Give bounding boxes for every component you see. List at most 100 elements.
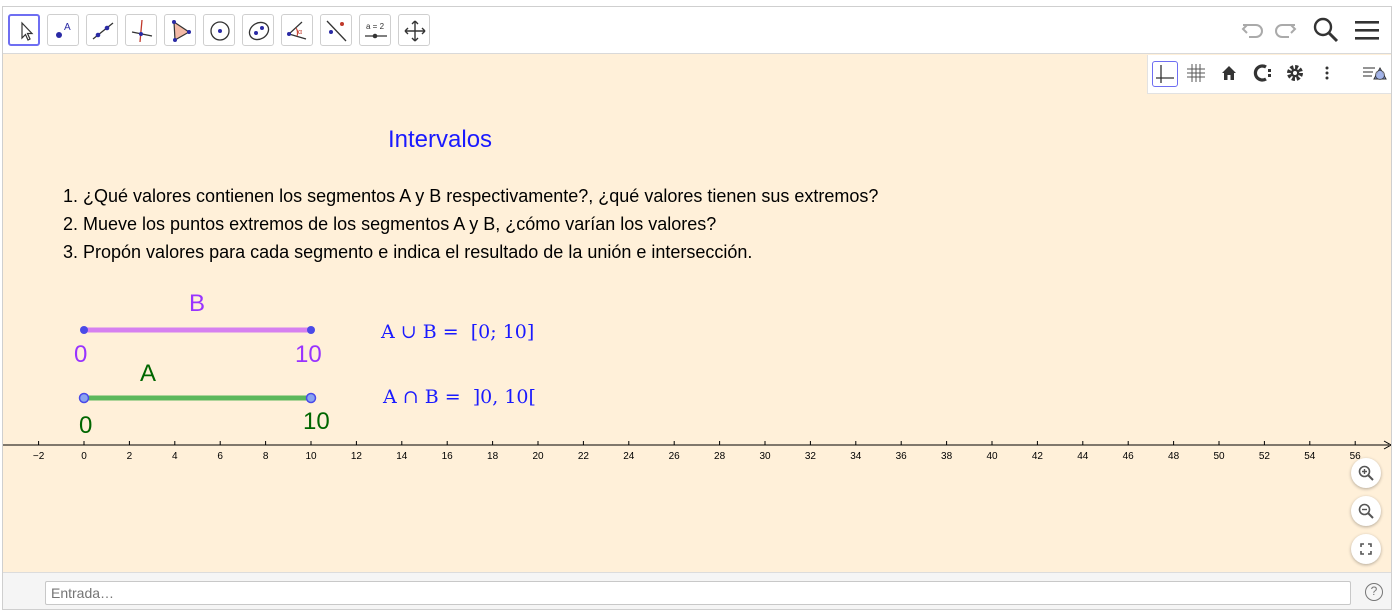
grid-icon: [1187, 64, 1205, 82]
fullscreen-icon: [1360, 543, 1372, 555]
segment-a-end-point[interactable]: [305, 392, 317, 404]
x-axis-tick-label: 54: [1304, 451, 1316, 462]
ellipse-tool-icon: [248, 21, 270, 41]
slider-tool-label: a = 2: [366, 22, 385, 31]
circle-tool-button[interactable]: [203, 14, 235, 46]
graphics-style-bar: [1147, 55, 1391, 94]
ellipse-tool-button[interactable]: [242, 14, 274, 46]
line-tool-button[interactable]: [86, 14, 118, 46]
move-tool-button[interactable]: [8, 14, 40, 46]
x-axis-tick-label: 42: [1032, 451, 1044, 462]
move-graphics-view-tool-icon: [404, 20, 426, 42]
redo-button[interactable]: [1271, 15, 1299, 48]
segment-a-start-label: 0: [79, 412, 93, 439]
standard-view-button[interactable]: [1217, 61, 1243, 87]
intersection-result: ]0, 10[: [472, 386, 536, 408]
x-axis-tick-label: 0: [81, 451, 87, 462]
segment-b-end-label: 10: [295, 341, 322, 368]
x-axis-tick-label: 2: [127, 451, 133, 462]
perpendicular-tool-button[interactable]: [125, 14, 157, 46]
undo-button[interactable]: [1239, 15, 1267, 48]
graphics-view[interactable]: −2 0 2 4 6 8 10 12 14 16 18 20 22 24 26 28 30 32 34 36 38 40 4…: [3, 54, 1391, 572]
polygon-tool-icon: [172, 20, 191, 42]
x-axis-tick-label: 34: [850, 451, 862, 462]
x-axis-tick-label: 26: [669, 451, 681, 462]
reflect-tool-icon: [326, 20, 347, 42]
algebra-input[interactable]: [45, 581, 1351, 605]
intersection-left: A ∩ B =: [383, 386, 461, 408]
toggle-style-bar-icon: [1363, 66, 1387, 80]
toolbar: A α a = 2: [3, 7, 1391, 54]
search-button[interactable]: [1311, 15, 1341, 50]
fullscreen-button[interactable]: [1351, 534, 1381, 564]
grid-toggle-button[interactable]: [1184, 61, 1210, 87]
point-tool-button[interactable]: A: [47, 14, 79, 46]
geogebra-app: A α a = 2 −2 0 2 4 6 8 10 12 14 16 18 20…: [2, 6, 1392, 610]
input-bar: ?: [3, 572, 1391, 609]
x-axis-tick-label: 48: [1168, 451, 1180, 462]
x-axis: [3, 440, 1391, 450]
move-graphics-tool-button[interactable]: [398, 14, 430, 46]
x-axis-tick-label: 40: [986, 451, 998, 462]
input-help-button[interactable]: ?: [1365, 583, 1383, 601]
instruction-2: 2. Mueve los puntos extremos de los segm…: [63, 214, 717, 234]
svg-text:α: α: [298, 29, 302, 36]
point-capturing-icon: [1253, 64, 1271, 82]
union-formula: A ∪ B = [0; 10]: [381, 321, 534, 343]
segment-b-end-point[interactable]: [307, 326, 315, 334]
polygon-tool-button[interactable]: [164, 14, 196, 46]
redo-icon: [1275, 24, 1297, 38]
intersection-formula: A ∩ B = ]0, 10[: [383, 386, 536, 408]
line-tool-icon: [92, 22, 114, 40]
circle-tool-icon: [210, 21, 230, 41]
zoom-out-button[interactable]: [1351, 496, 1381, 526]
x-axis-tick-label: 32: [805, 451, 817, 462]
x-axis-tick-label: 24: [623, 451, 635, 462]
slider-tool-icon: a = 2: [365, 22, 387, 39]
segment-b-label: B: [189, 290, 206, 317]
move-tool-icon: [21, 21, 34, 41]
x-axis-tick-label: 8: [263, 451, 269, 462]
slider-tool-button[interactable]: a = 2: [359, 14, 391, 46]
reflect-tool-button[interactable]: [320, 14, 352, 46]
undo-icon: [1241, 24, 1263, 38]
settings-icon: [1287, 65, 1303, 81]
x-axis-tick-label: 14: [396, 451, 408, 462]
angle-tool-button[interactable]: α: [281, 14, 313, 46]
union-result: [0; 10]: [470, 321, 535, 343]
x-axis-tick-label: 20: [532, 451, 544, 462]
segment-b-start-point[interactable]: [80, 326, 88, 334]
x-axis-tick-label: 4: [172, 451, 178, 462]
angle-tool-icon: α: [287, 21, 307, 40]
main-menu-button[interactable]: [1353, 15, 1381, 50]
zoom-out-icon: [1358, 503, 1374, 519]
segment-a-start-point[interactable]: [78, 392, 90, 404]
point-tool-icon: A: [56, 22, 71, 38]
settings-button[interactable]: [1283, 61, 1309, 87]
instruction-3: 3. Propón valores para cada segmento e i…: [63, 242, 753, 262]
x-axis-ticks: −2 0 2 4 6 8 10 12 14 16 18 20 22 24 26 28 30 32 34 36 38 40 4…: [33, 441, 1361, 462]
menu-icon: [1355, 21, 1379, 40]
more-icon: [1325, 66, 1329, 80]
toggle-style-bar-button[interactable]: [1359, 61, 1389, 87]
instruction-1: 1. ¿Qué valores contienen los segmentos …: [63, 186, 879, 206]
x-axis-tick-label: 12: [351, 451, 363, 462]
zoom-in-button[interactable]: [1351, 458, 1381, 488]
x-axis-tick-label: 38: [941, 451, 953, 462]
search-icon: [1313, 17, 1339, 43]
x-axis-tick-label: 18: [487, 451, 499, 462]
more-options-button[interactable]: [1315, 61, 1341, 87]
svg-text:A: A: [64, 22, 71, 33]
x-axis-tick-label: 44: [1077, 451, 1089, 462]
segment-a-end-label: 10: [303, 408, 330, 435]
axes-toggle-button[interactable]: [1152, 61, 1178, 87]
segment-a-label: A: [140, 360, 157, 387]
graphics-canvas: −2 0 2 4 6 8 10 12 14 16 18 20 22 24 26 28 30 32 34 36 38 40 4…: [3, 326, 1391, 462]
x-axis-tick-label: 36: [896, 451, 908, 462]
axes-icon: [1156, 65, 1174, 83]
point-capturing-button[interactable]: [1250, 61, 1276, 87]
x-axis-tick-label: 28: [714, 451, 726, 462]
zoom-in-icon: [1358, 465, 1374, 481]
x-axis-tick-label: 6: [217, 451, 223, 462]
page-title: Intervalos: [388, 126, 493, 153]
